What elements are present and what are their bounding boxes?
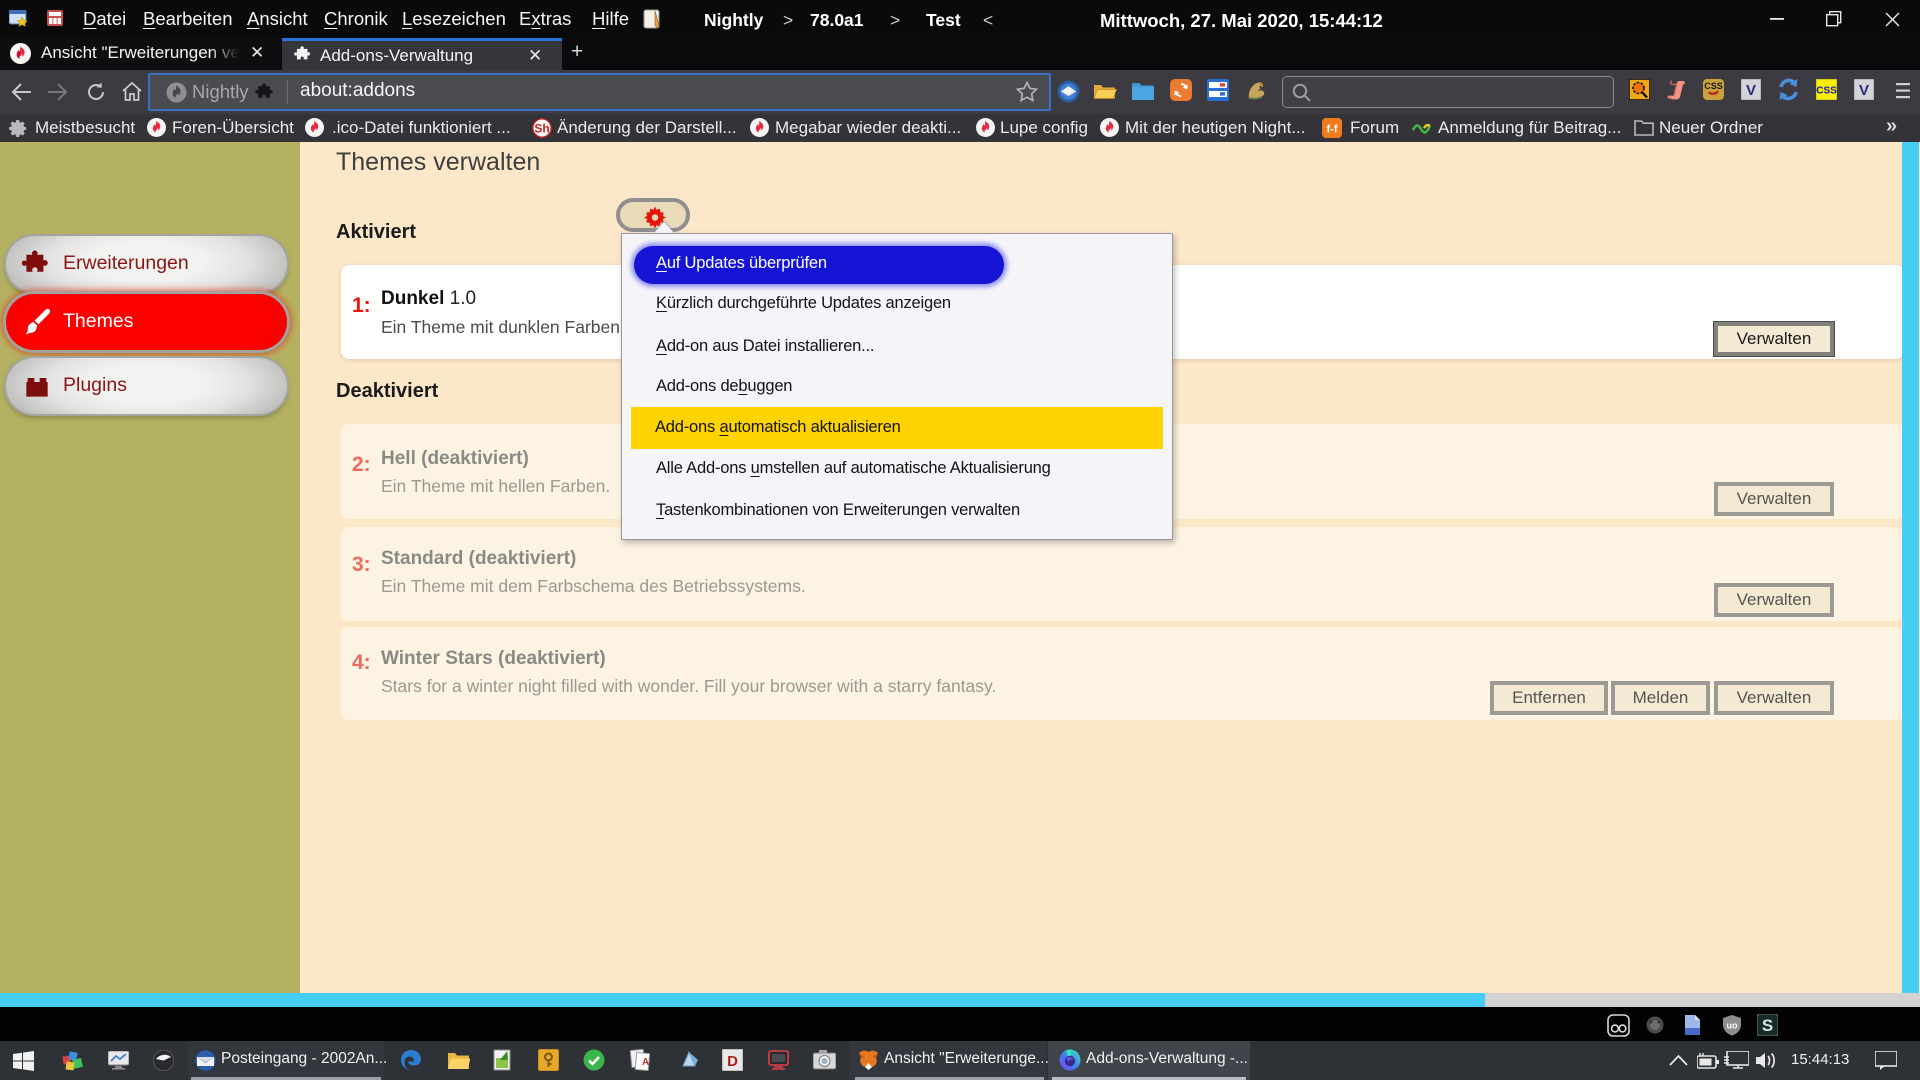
svg-text:V: V bbox=[1746, 82, 1756, 99]
svg-text:S: S bbox=[1762, 1016, 1773, 1035]
svg-text:CSS: CSS bbox=[1704, 81, 1723, 91]
svg-text:A: A bbox=[642, 1057, 649, 1068]
svg-text:f-f: f-f bbox=[1327, 124, 1338, 136]
svg-text:uo: uo bbox=[1727, 1021, 1738, 1031]
svg-text:Sh: Sh bbox=[534, 122, 549, 136]
svg-text:CSS: CSS bbox=[1816, 86, 1837, 97]
svg-text:V: V bbox=[1859, 82, 1869, 99]
svg-text:D: D bbox=[727, 1053, 738, 1070]
